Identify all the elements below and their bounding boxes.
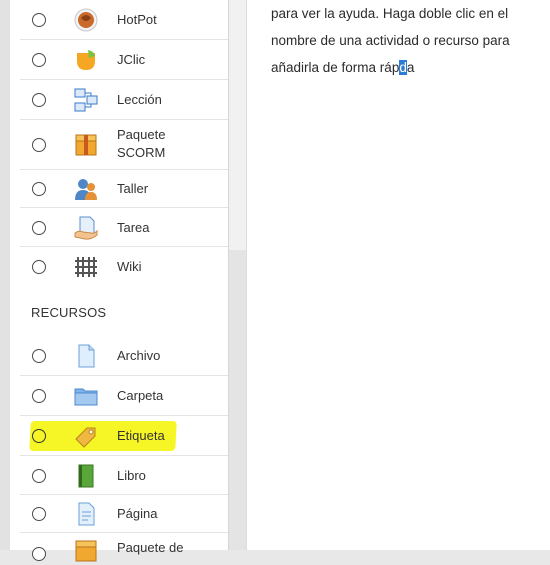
- label-tag-icon: [72, 422, 100, 450]
- radio-lesson[interactable]: [32, 93, 46, 107]
- list-item-lesson[interactable]: Lección: [20, 80, 228, 120]
- radio-assignment[interactable]: [32, 220, 46, 235]
- book-icon: [72, 462, 100, 490]
- item-label: Página: [117, 506, 158, 521]
- list-item-jclic[interactable]: JClic: [20, 40, 228, 80]
- folder-icon: [72, 382, 100, 410]
- item-label: Libro: [117, 467, 146, 483]
- help-text: para ver la ayuda. Haga doble clic en el…: [271, 0, 541, 81]
- item-label: Archivo: [117, 348, 161, 363]
- list-item-hotpot[interactable]: HotPot: [20, 0, 228, 40]
- list-item-workshop[interactable]: Taller: [20, 170, 228, 208]
- list-item-book[interactable]: Libro: [20, 456, 228, 495]
- radio-wiki[interactable]: [32, 260, 46, 274]
- radio-scorm-package[interactable]: [32, 138, 46, 152]
- list-item-file[interactable]: Archivo: [20, 336, 228, 376]
- left-gutter: [0, 0, 10, 550]
- help-line-1: para ver la ayuda. Haga doble clic en el: [271, 6, 509, 21]
- help-line-2: nombre de una actividad o recurso para: [271, 33, 510, 48]
- item-label: Carpeta: [117, 388, 164, 403]
- radio-book[interactable]: [32, 468, 46, 483]
- item-label: HotPot: [117, 12, 157, 27]
- section-heading-resources: RECURSOS: [31, 305, 107, 320]
- radio-jclic[interactable]: [32, 53, 46, 67]
- item-label: Etiqueta: [117, 428, 165, 443]
- list-item-folder[interactable]: Carpeta: [20, 376, 228, 416]
- radio-file[interactable]: [32, 349, 46, 363]
- radio-page[interactable]: [32, 507, 46, 521]
- list-item-scorm-package[interactable]: Paquete SCORM: [20, 120, 228, 170]
- scrollbar-thumb[interactable]: [229, 0, 246, 250]
- item-label: Taller: [117, 181, 149, 196]
- radio-folder[interactable]: [32, 389, 46, 403]
- jclic-icon: [72, 46, 100, 74]
- item-label: JClic: [117, 52, 146, 67]
- help-line-3-text: añadirla de forma ráp: [271, 60, 400, 75]
- hotpot-icon: [72, 6, 100, 34]
- list-item-assignment[interactable]: Tarea: [20, 208, 228, 247]
- activity-chooser-list[interactable]: HotPot JClic Lección Paquete SCORM Talle…: [10, 0, 229, 562]
- item-label: Lección: [117, 92, 162, 107]
- list-item-label-resource[interactable]: Etiqueta: [20, 416, 228, 456]
- text-selection: d: [399, 60, 407, 75]
- item-label: Wiki: [117, 259, 142, 274]
- workshop-icon: [72, 175, 100, 203]
- list-item-content-package[interactable]: Paquete de: [20, 533, 228, 563]
- list-item-page[interactable]: Página: [20, 495, 228, 533]
- file-icon: [72, 342, 100, 370]
- help-line-3: añadirla de forma rápda: [271, 54, 541, 81]
- help-line-3-end: a: [406, 60, 415, 75]
- page-icon: [72, 500, 100, 528]
- lesson-icon: [72, 86, 100, 114]
- wiki-icon: [72, 253, 100, 281]
- radio-hotpot[interactable]: [32, 13, 46, 27]
- radio-content-package[interactable]: [32, 547, 46, 561]
- content-package-icon: [72, 537, 100, 565]
- scorm-package-icon: [72, 131, 100, 159]
- item-label: Paquete SCORM: [117, 126, 165, 162]
- assignment-icon: [72, 214, 100, 242]
- list-item-wiki[interactable]: Wiki: [20, 247, 228, 287]
- help-panel: para ver la ayuda. Haga doble clic en el…: [246, 0, 550, 550]
- item-label-line2: SCORM: [117, 145, 166, 160]
- radio-workshop[interactable]: [32, 182, 46, 196]
- item-label-line1: Paquete: [117, 127, 166, 142]
- item-label: Tarea: [117, 219, 150, 235]
- radio-label-resource[interactable]: [32, 429, 46, 443]
- item-label: Paquete de: [117, 540, 184, 555]
